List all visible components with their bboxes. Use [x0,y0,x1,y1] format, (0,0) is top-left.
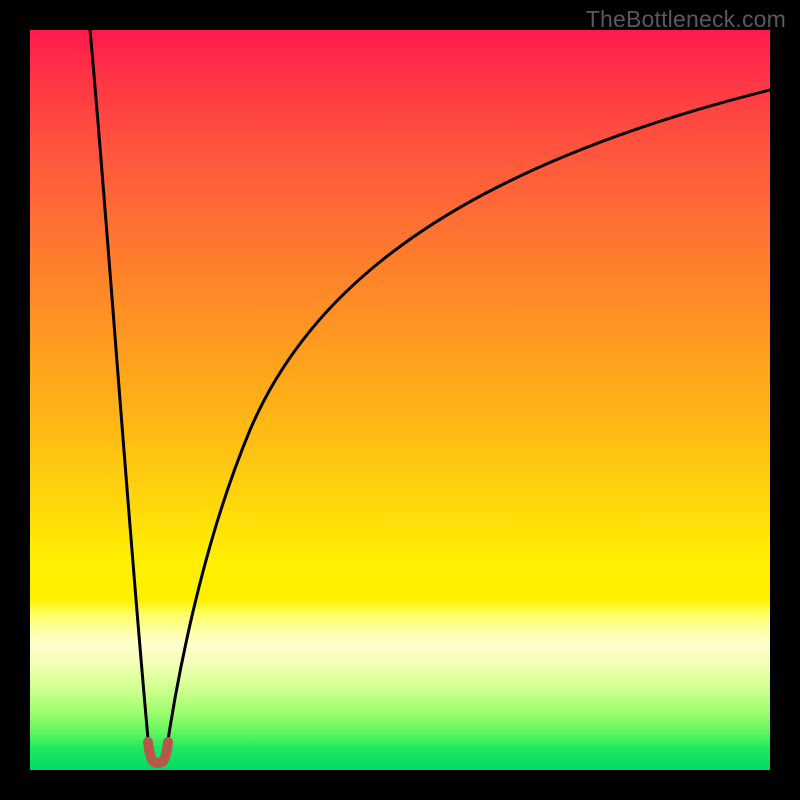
chart-svg [30,30,770,770]
curve-left-branch [90,30,150,760]
curve-right-branch [165,90,770,760]
minimum-marker [148,742,168,763]
chart-plot-area [30,30,770,770]
watermark-text: TheBottleneck.com [586,6,786,33]
